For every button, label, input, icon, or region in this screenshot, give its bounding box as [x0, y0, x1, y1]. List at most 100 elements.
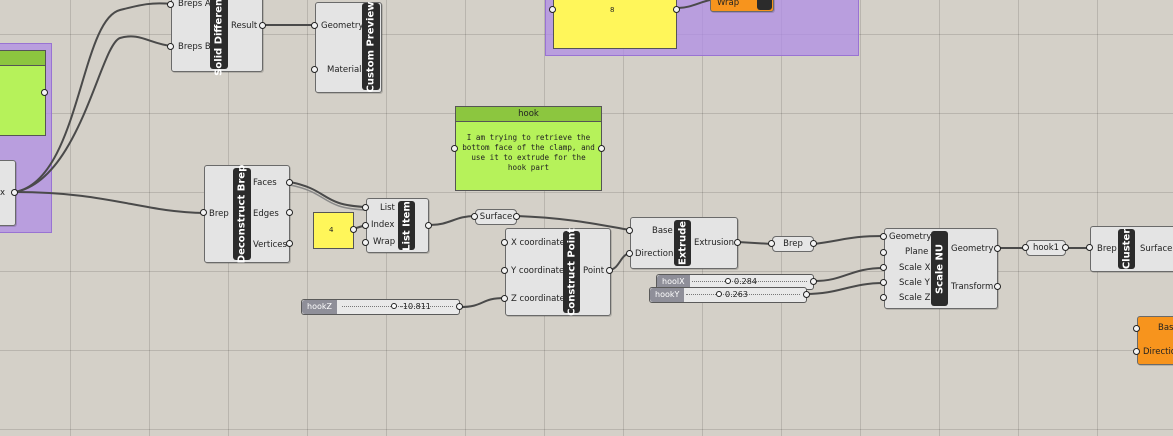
list-item-title-text: List Item — [401, 200, 412, 251]
brep-input-grip[interactable] — [200, 209, 207, 216]
top-orange-title — [757, 0, 772, 10]
index-grip[interactable] — [362, 222, 369, 229]
hook1-input-grip[interactable] — [1022, 244, 1029, 251]
output-faces: Faces — [253, 178, 277, 188]
hooky-output-grip[interactable] — [803, 291, 810, 298]
output-vertices: Vertices — [253, 240, 287, 250]
hookz-output-grip[interactable] — [456, 303, 463, 310]
custom-preview-node[interactable]: Geometry Material Custom Preview — [315, 1, 382, 93]
top-panel-input-grip[interactable] — [549, 6, 556, 13]
output-cluster-surface: Surface — [1140, 244, 1173, 254]
output-result: Result — [231, 21, 258, 31]
breps-a-grip[interactable] — [167, 1, 174, 8]
hookz-slider[interactable]: hookZ -10.811 — [301, 299, 460, 315]
wire — [459, 297, 506, 308]
custom-preview-title-text: Custom Preview — [365, 1, 377, 92]
list-item-title: List Item — [398, 201, 415, 250]
list-item-output-grip[interactable] — [425, 222, 432, 229]
index-panel[interactable]: 4 — [313, 212, 354, 249]
left-stub-output-grip[interactable] — [11, 189, 18, 196]
brep-param-output-grip[interactable] — [810, 240, 817, 247]
hook1-param[interactable]: hook1 — [1026, 240, 1066, 256]
wire — [813, 235, 885, 245]
index-panel-value: 4 — [329, 226, 334, 234]
construct-point-node[interactable]: X coordinate Y coordinate Z coordinate C… — [505, 228, 611, 316]
top-orange-node[interactable]: Wrap — [710, 0, 774, 12]
input-brep: Brep — [209, 209, 229, 219]
hookz-slider-value: -10.811 — [400, 302, 431, 311]
vertices-grip[interactable] — [286, 240, 293, 247]
hook-panel-input-grip[interactable] — [451, 145, 458, 152]
y-coordinate-grip[interactable] — [501, 267, 508, 274]
list-item-node[interactable]: List Index Wrap List Item — [366, 198, 429, 253]
surface-output-grip[interactable] — [513, 213, 520, 220]
base-grip[interactable] — [626, 227, 633, 234]
surface-input-grip[interactable] — [471, 213, 478, 220]
scale-z-grip[interactable] — [880, 294, 887, 301]
hook-panel-output-grip[interactable] — [598, 145, 605, 152]
scale-nu-title-text: Scale NU — [934, 243, 945, 294]
input-scale-x: Scale X — [899, 263, 931, 273]
deconstruct-brep-node[interactable]: Brep Deconstruct Brep Faces Edges Vertic… — [204, 165, 290, 263]
input-material: Material — [327, 65, 362, 75]
scale-geometry-output-grip[interactable] — [994, 245, 1001, 252]
top-panel-value: 8 — [610, 6, 615, 14]
hookz-slider-knob[interactable] — [391, 303, 397, 309]
point-output-grip[interactable] — [606, 267, 613, 274]
scale-nu-title: Scale NU — [931, 231, 948, 306]
brep-param[interactable]: Brep — [772, 236, 814, 252]
hooky-slider-knob[interactable] — [716, 291, 722, 297]
cluster-brep-grip[interactable] — [1086, 244, 1093, 251]
orange-base-grip[interactable] — [1133, 325, 1140, 332]
orange-input-base: Base — [1158, 323, 1173, 333]
hookx-output-grip[interactable] — [810, 278, 817, 285]
top-yellow-panel[interactable]: 8 — [553, 0, 677, 49]
left-panel-output-grip[interactable] — [41, 89, 48, 96]
x-coordinate-grip[interactable] — [501, 239, 508, 246]
hookx-slider-knob[interactable] — [725, 278, 731, 284]
scale-nu-node[interactable]: Geometry Plane Scale X Scale Y Scale Z S… — [884, 228, 998, 309]
cluster-node[interactable]: Brep Cluster Surface — [1090, 226, 1173, 272]
solid-difference-title-text: Solid Difference — [213, 0, 225, 76]
faces-grip[interactable] — [286, 179, 293, 186]
orange-direction-grip[interactable] — [1133, 348, 1140, 355]
transform-output-grip[interactable] — [994, 283, 1001, 290]
list-grip[interactable] — [362, 204, 369, 211]
material-grip[interactable] — [311, 66, 318, 73]
plane-grip[interactable] — [880, 249, 887, 256]
top-panel-output-grip[interactable] — [673, 6, 680, 13]
extrude-title-text: Extrude — [677, 220, 688, 266]
edges-grip[interactable] — [286, 209, 293, 216]
z-coordinate-grip[interactable] — [501, 295, 508, 302]
surface-param[interactable]: Surface — [475, 209, 517, 225]
input-x-coordinate: X coordinate — [511, 238, 565, 248]
orange-partial-node[interactable]: Base Direction — [1137, 316, 1173, 365]
grasshopper-canvas[interactable]: x Breps A Breps B Solid Difference Resul… — [0, 0, 1173, 436]
input-plane: Plane — [905, 247, 929, 257]
solid-difference-node[interactable]: Breps A Breps B Solid Difference Result — [171, 0, 263, 76]
scale-geometry-grip[interactable] — [880, 233, 887, 240]
left-green-panel[interactable] — [0, 50, 46, 136]
construct-point-title: Construct Point — [563, 228, 580, 316]
hook1-output-grip[interactable] — [1062, 244, 1069, 251]
hooky-slider-value: 0.263 — [725, 290, 748, 299]
input-list: List — [380, 203, 395, 213]
input-wrap: Wrap — [373, 237, 396, 247]
brep-param-input-grip[interactable] — [768, 240, 775, 247]
wrap-grip[interactable] — [362, 239, 369, 246]
breps-b-grip[interactable] — [167, 43, 174, 50]
hook-panel[interactable]: hook I am trying to retrieve the bottom … — [455, 106, 602, 191]
extrude-node[interactable]: Base Direction Extrude Extrusion — [630, 217, 738, 269]
input-index: Index — [371, 220, 395, 230]
extrusion-output-grip[interactable] — [734, 239, 741, 246]
direction-grip[interactable] — [626, 250, 633, 257]
result-grip[interactable] — [259, 22, 266, 29]
index-panel-output-grip[interactable] — [350, 226, 357, 233]
input-scale-z: Scale Z — [899, 293, 931, 303]
hooky-slider[interactable]: hookY 0.263 — [649, 287, 807, 303]
scale-x-grip[interactable] — [880, 264, 887, 271]
output-transform: Transform — [951, 282, 994, 292]
wire — [805, 282, 885, 295]
geometry-grip[interactable] — [311, 22, 318, 29]
scale-y-grip[interactable] — [880, 279, 887, 286]
